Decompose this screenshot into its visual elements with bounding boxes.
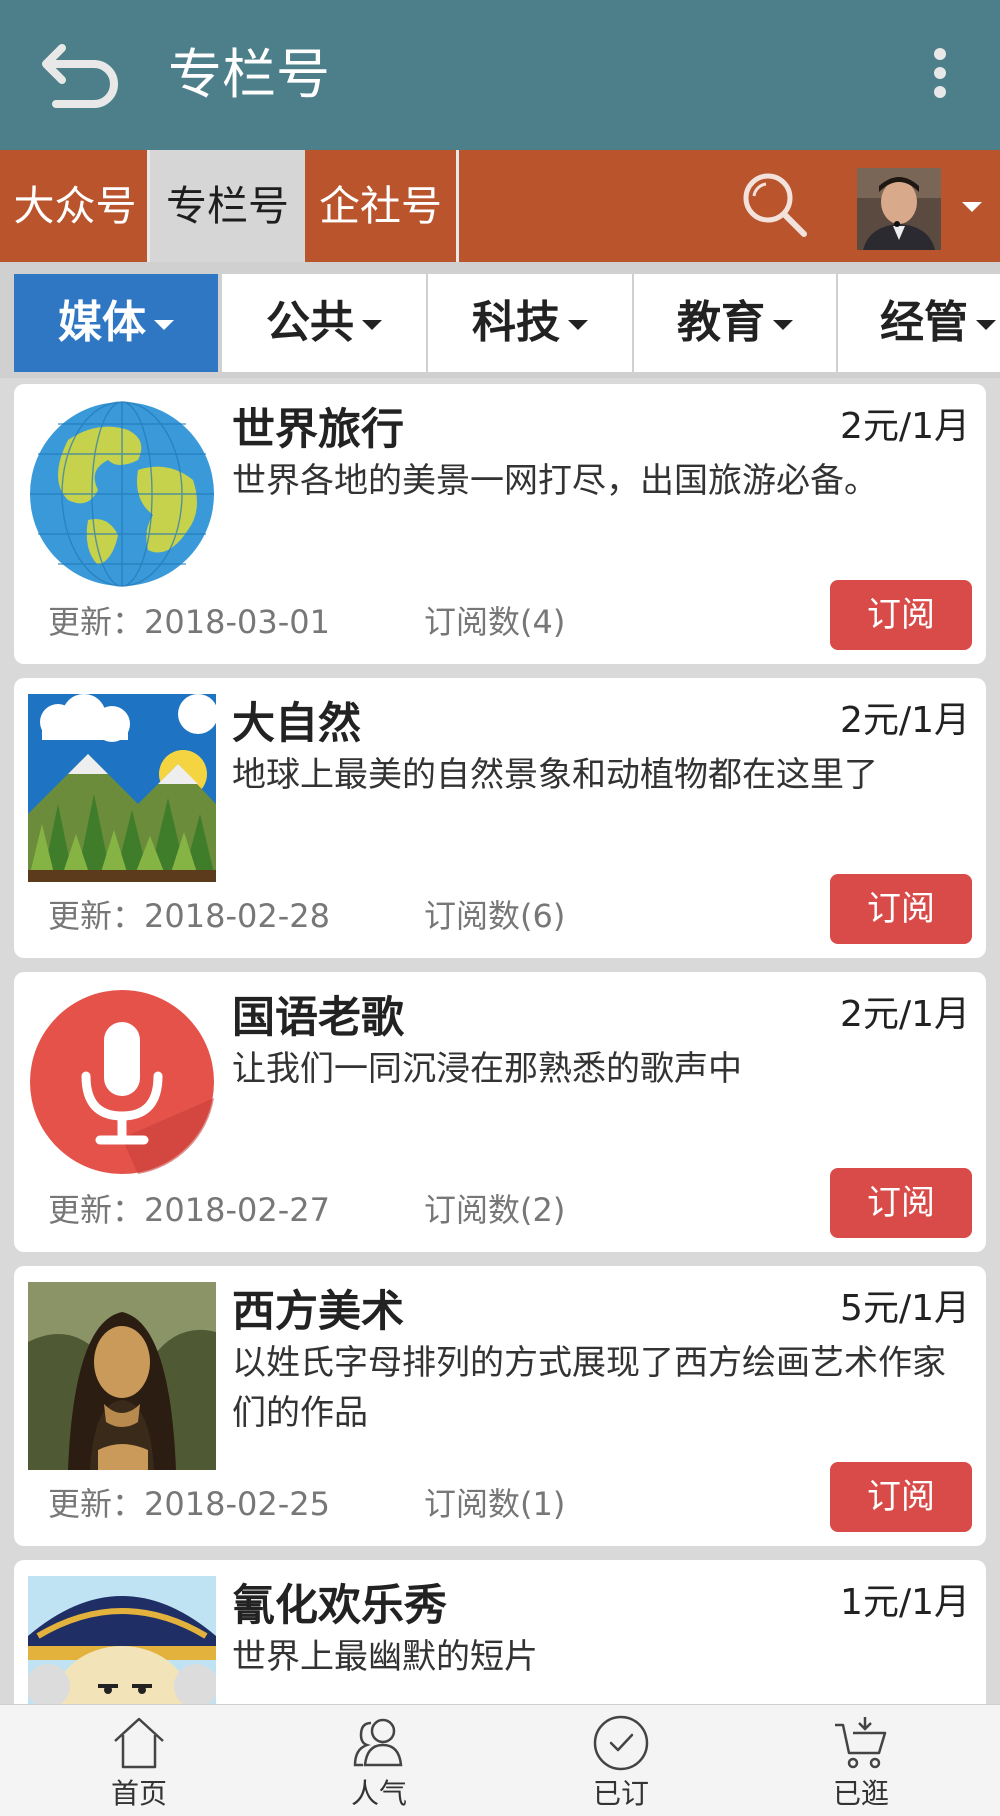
card-description: 以姓氏字母排列的方式展现了西方绘画艺术作家们的作品: [232, 1343, 946, 1433]
list-item[interactable]: 大自然 2元/1月 地球上最美的自然景象和动植物都在这里了 更新：2018-02…: [14, 678, 986, 958]
card-thumbnail: [28, 988, 216, 1176]
painting-image: [28, 1282, 216, 1470]
category-tab-management[interactable]: 经管: [838, 274, 1000, 372]
caret-down-icon: [773, 320, 793, 330]
category-bar: 媒体 公共 科技 教育 经管: [0, 262, 1000, 378]
nav-popular[interactable]: 人气: [304, 1705, 454, 1816]
caret-down-icon: [568, 320, 588, 330]
card-thumbnail: [28, 1282, 216, 1470]
check-circle-icon: [593, 1715, 649, 1771]
nav-browsed[interactable]: 已逛: [786, 1705, 936, 1816]
globe-image: [30, 401, 214, 587]
category-tab-label: 科技: [472, 297, 560, 348]
card-title: 氰化欢乐秀: [232, 1581, 447, 1631]
channel-tab-column[interactable]: 专栏号: [150, 150, 305, 262]
card-thumbnail: [28, 694, 216, 882]
user-avatar[interactable]: [857, 168, 941, 250]
subscribe-button[interactable]: 订阅: [830, 1168, 972, 1238]
card-update-date: 更新：2018-03-01: [48, 603, 330, 641]
card-subscriber-count: 订阅数(1): [424, 1485, 566, 1523]
card-price: 5元/1月: [840, 1288, 970, 1329]
forest-image: [28, 694, 216, 882]
user-photo: [857, 168, 941, 250]
nav-label: 人气: [350, 1777, 407, 1810]
cart-icon: [835, 1717, 887, 1769]
channel-tab-label: 专栏号: [166, 182, 289, 230]
nav-label: 首页: [110, 1777, 167, 1810]
subscribe-button[interactable]: 订阅: [830, 1462, 972, 1532]
category-tab-tech[interactable]: 科技: [428, 274, 632, 372]
category-tab-label: 经管: [880, 297, 968, 348]
category-tab-media[interactable]: 媒体: [14, 274, 218, 372]
list-item[interactable]: 西方美术 5元/1月 以姓氏字母排列的方式展现了西方绘画艺术作家们的作品 更新：…: [14, 1266, 986, 1546]
microphone-image: [30, 990, 214, 1174]
caret-down-icon: [976, 320, 996, 330]
card-subscriber-count: 订阅数(2): [424, 1191, 566, 1229]
divider: [456, 150, 459, 262]
card-update-date: 更新：2018-02-25: [48, 1485, 330, 1523]
card-price: 2元/1月: [840, 700, 970, 741]
card-subscriber-count: 订阅数(6): [424, 897, 566, 935]
back-button[interactable]: [36, 34, 126, 114]
page-title: 专栏号: [168, 43, 330, 106]
card-description: 地球上最美的自然景象和动植物都在这里了: [232, 755, 878, 795]
channel-tab-label: 大众号: [13, 182, 137, 230]
card-price: 2元/1月: [840, 994, 970, 1035]
caret-down-icon: [362, 320, 382, 330]
top-bar: 专栏号: [0, 0, 1000, 150]
caret-down-icon: [962, 202, 982, 212]
caret-down-icon: [154, 320, 174, 330]
card-thumbnail: [28, 400, 216, 588]
list-item[interactable]: 国语老歌 2元/1月 让我们一同沉浸在那熟悉的歌声中 更新：2018-02-27…: [14, 972, 986, 1252]
subscribe-button[interactable]: 订阅: [830, 580, 972, 650]
channel-bar: 大众号 专栏号 企社号: [0, 150, 1000, 262]
card-title: 西方美术: [232, 1287, 404, 1337]
card-description: 世界上最幽默的短片: [232, 1637, 538, 1677]
card-price: 1元/1月: [840, 1582, 970, 1623]
card-description: 让我们一同沉浸在那熟悉的歌声中: [232, 1049, 742, 1089]
list-item[interactable]: 世界旅行 2元/1月 世界各地的美景一网打尽，出国旅游必备。 更新：2018-0…: [14, 384, 986, 664]
category-tab-label: 公共: [266, 297, 354, 348]
channel-tab-public[interactable]: 大众号: [0, 150, 150, 262]
card-description: 世界各地的美景一网打尽，出国旅游必备。: [232, 461, 878, 501]
home-icon: [114, 1717, 164, 1769]
search-button[interactable]: [740, 170, 810, 240]
channel-tab-label: 企社号: [319, 182, 442, 230]
category-tab-label: 媒体: [58, 297, 146, 348]
more-menu-button[interactable]: [920, 40, 960, 110]
nav-label: 已逛: [832, 1777, 889, 1810]
more-vertical-icon: [934, 48, 946, 98]
category-tab-public[interactable]: 公共: [222, 274, 426, 372]
people-icon: [353, 1718, 403, 1767]
channel-tab-enterprise[interactable]: 企社号: [305, 150, 456, 262]
category-tab-education[interactable]: 教育: [634, 274, 836, 372]
card-title: 国语老歌: [232, 993, 404, 1043]
card-price: 2元/1月: [840, 406, 970, 447]
nav-home[interactable]: 首页: [64, 1705, 214, 1816]
nav-label: 已订: [592, 1777, 649, 1810]
account-dropdown-caret[interactable]: [960, 198, 984, 216]
card-title: 世界旅行: [232, 405, 404, 455]
card-title: 大自然: [232, 699, 361, 749]
back-arrow-icon: [42, 44, 118, 108]
category-tab-label: 教育: [677, 297, 765, 348]
search-icon: [743, 173, 807, 237]
subscribe-button[interactable]: 订阅: [830, 874, 972, 944]
nav-subscribed[interactable]: 已订: [546, 1705, 696, 1816]
card-update-date: 更新：2018-02-27: [48, 1191, 330, 1229]
card-subscriber-count: 订阅数(4): [424, 603, 566, 641]
card-update-date: 更新：2018-02-28: [48, 897, 330, 935]
bottom-navigation: 首页 人气 已订 已逛: [0, 1704, 1000, 1816]
